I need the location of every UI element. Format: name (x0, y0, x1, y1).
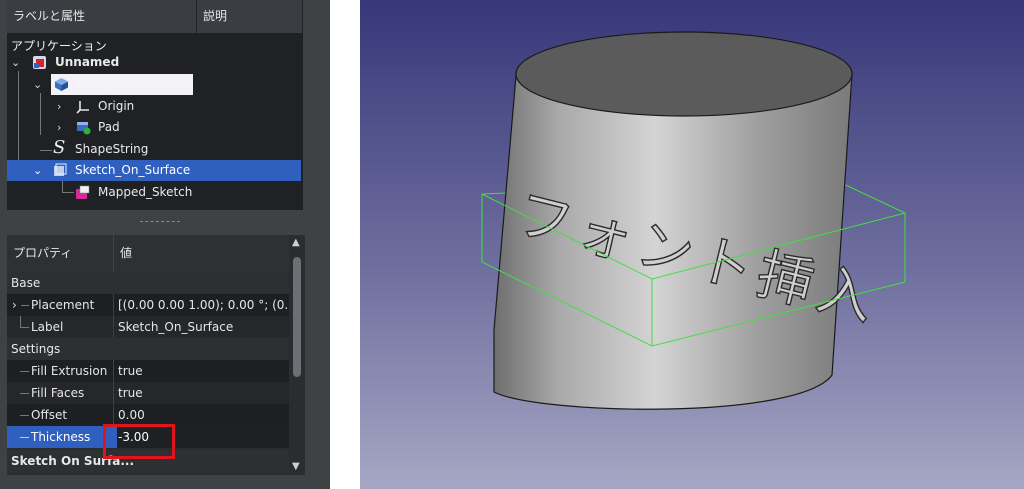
scrollbar-thumb[interactable] (293, 257, 301, 377)
image-divider (330, 0, 360, 489)
chevron-right-icon[interactable]: › (57, 96, 61, 117)
property-key: Label (31, 320, 64, 334)
property-row-placement[interactable]: › Placement [(0.00 0.00 1.00); 0.00 °; (… (7, 294, 291, 316)
property-value[interactable]: true (117, 360, 291, 382)
pad-icon (77, 122, 91, 135)
tree-item-label: Unnamed (55, 55, 120, 69)
tree-guide-line (20, 371, 29, 372)
tree-item-body[interactable]: ⌄ Body (7, 74, 303, 95)
property-value[interactable]: 0.00 (117, 404, 291, 426)
chevron-right-icon[interactable]: › (12, 294, 17, 316)
tree-item-sketch-on-surface[interactable]: ⌄ Sketch_On_Surface (7, 160, 301, 181)
tree-item-label: Body (77, 77, 111, 91)
property-key: Fill Extrusion (31, 364, 108, 378)
property-header-value[interactable]: 値 (113, 235, 291, 272)
shapestring-icon: S (53, 137, 66, 158)
axes-icon (76, 101, 89, 114)
tree-guide-line (20, 415, 29, 416)
tree-item-mapped-sketch[interactable]: Mapped_Sketch (7, 182, 303, 203)
chevron-right-icon[interactable]: › (57, 117, 61, 138)
property-key: Offset (31, 408, 68, 422)
panel-splitter[interactable] (140, 221, 180, 223)
tree-item-pad[interactable]: › Pad (7, 117, 303, 138)
property-row-label[interactable]: Label Sketch_On_Surface (7, 316, 291, 338)
column-separator (113, 404, 114, 426)
property-header-name[interactable]: プロパティ (7, 235, 113, 272)
tree-header-label[interactable]: ラベルと属性 (7, 0, 197, 33)
model-tree[interactable]: ラベルと属性 説明 アプリケーション ⌄ Unnamed ⌄ Body › Or… (7, 0, 303, 210)
chevron-down-icon[interactable]: ⌄ (33, 74, 42, 95)
tree-item-unnamed[interactable]: ⌄ Unnamed (7, 52, 303, 73)
document-icon (33, 56, 46, 69)
tree-item-origin[interactable]: › Origin (7, 96, 303, 117)
left-panel: ラベルと属性 説明 アプリケーション ⌄ Unnamed ⌄ Body › Or… (0, 0, 330, 489)
column-separator (113, 360, 114, 382)
property-row-fill-faces[interactable]: Fill Faces true (7, 382, 291, 404)
property-value[interactable]: true (117, 382, 291, 404)
column-separator (113, 382, 114, 404)
property-group-base[interactable]: Base (7, 272, 291, 294)
tree-header-description[interactable]: 説明 (197, 0, 303, 33)
tree-item-label: Sketch_On_Surface (75, 163, 191, 177)
body-icon (55, 78, 68, 91)
column-separator (113, 294, 114, 316)
tree-item-label: Mapped_Sketch (98, 185, 193, 199)
chevron-down-icon[interactable]: ⌄ (11, 52, 20, 73)
property-row-offset[interactable]: Offset 0.00 (7, 404, 291, 426)
tree-guide-line (20, 316, 21, 327)
sketch-icon (76, 185, 90, 199)
tree-item-label: Pad (98, 120, 120, 134)
sketch-on-surface-icon (54, 163, 67, 176)
tree-guide-line (21, 305, 29, 306)
tree-guide-line (20, 393, 29, 394)
property-group-settings[interactable]: Settings (7, 338, 291, 360)
property-value[interactable]: Sketch_On_Surface (117, 316, 291, 338)
thickness-highlight-box (103, 424, 175, 459)
property-row-fill-extrusion[interactable]: Fill Extrusion true (7, 360, 291, 382)
chevron-down-icon[interactable]: ⌄ (33, 160, 42, 181)
tree-guide-line (20, 437, 29, 438)
property-key: Placement (31, 298, 95, 312)
tree-item-label: ShapeString (75, 142, 149, 156)
tree-item-highlight (51, 74, 193, 95)
property-value[interactable]: [(0.00 0.00 1.00); 0.00 °; (0.0... (117, 294, 291, 316)
tree-item-label: Origin (98, 99, 135, 113)
property-key: Fill Faces (31, 386, 85, 400)
3d-scene[interactable]: フォント挿入 (360, 0, 1024, 489)
scroll-up-icon[interactable]: ▲ (292, 237, 300, 248)
property-scrollbar[interactable]: ▲ ▼ (289, 235, 305, 475)
scroll-down-icon[interactable]: ▼ (292, 461, 300, 472)
column-separator (113, 316, 114, 338)
3d-viewport[interactable]: フォント挿入 (360, 0, 1024, 489)
tree-item-shapestring[interactable]: S ShapeString (7, 137, 303, 160)
tree-guide-line (20, 327, 29, 328)
